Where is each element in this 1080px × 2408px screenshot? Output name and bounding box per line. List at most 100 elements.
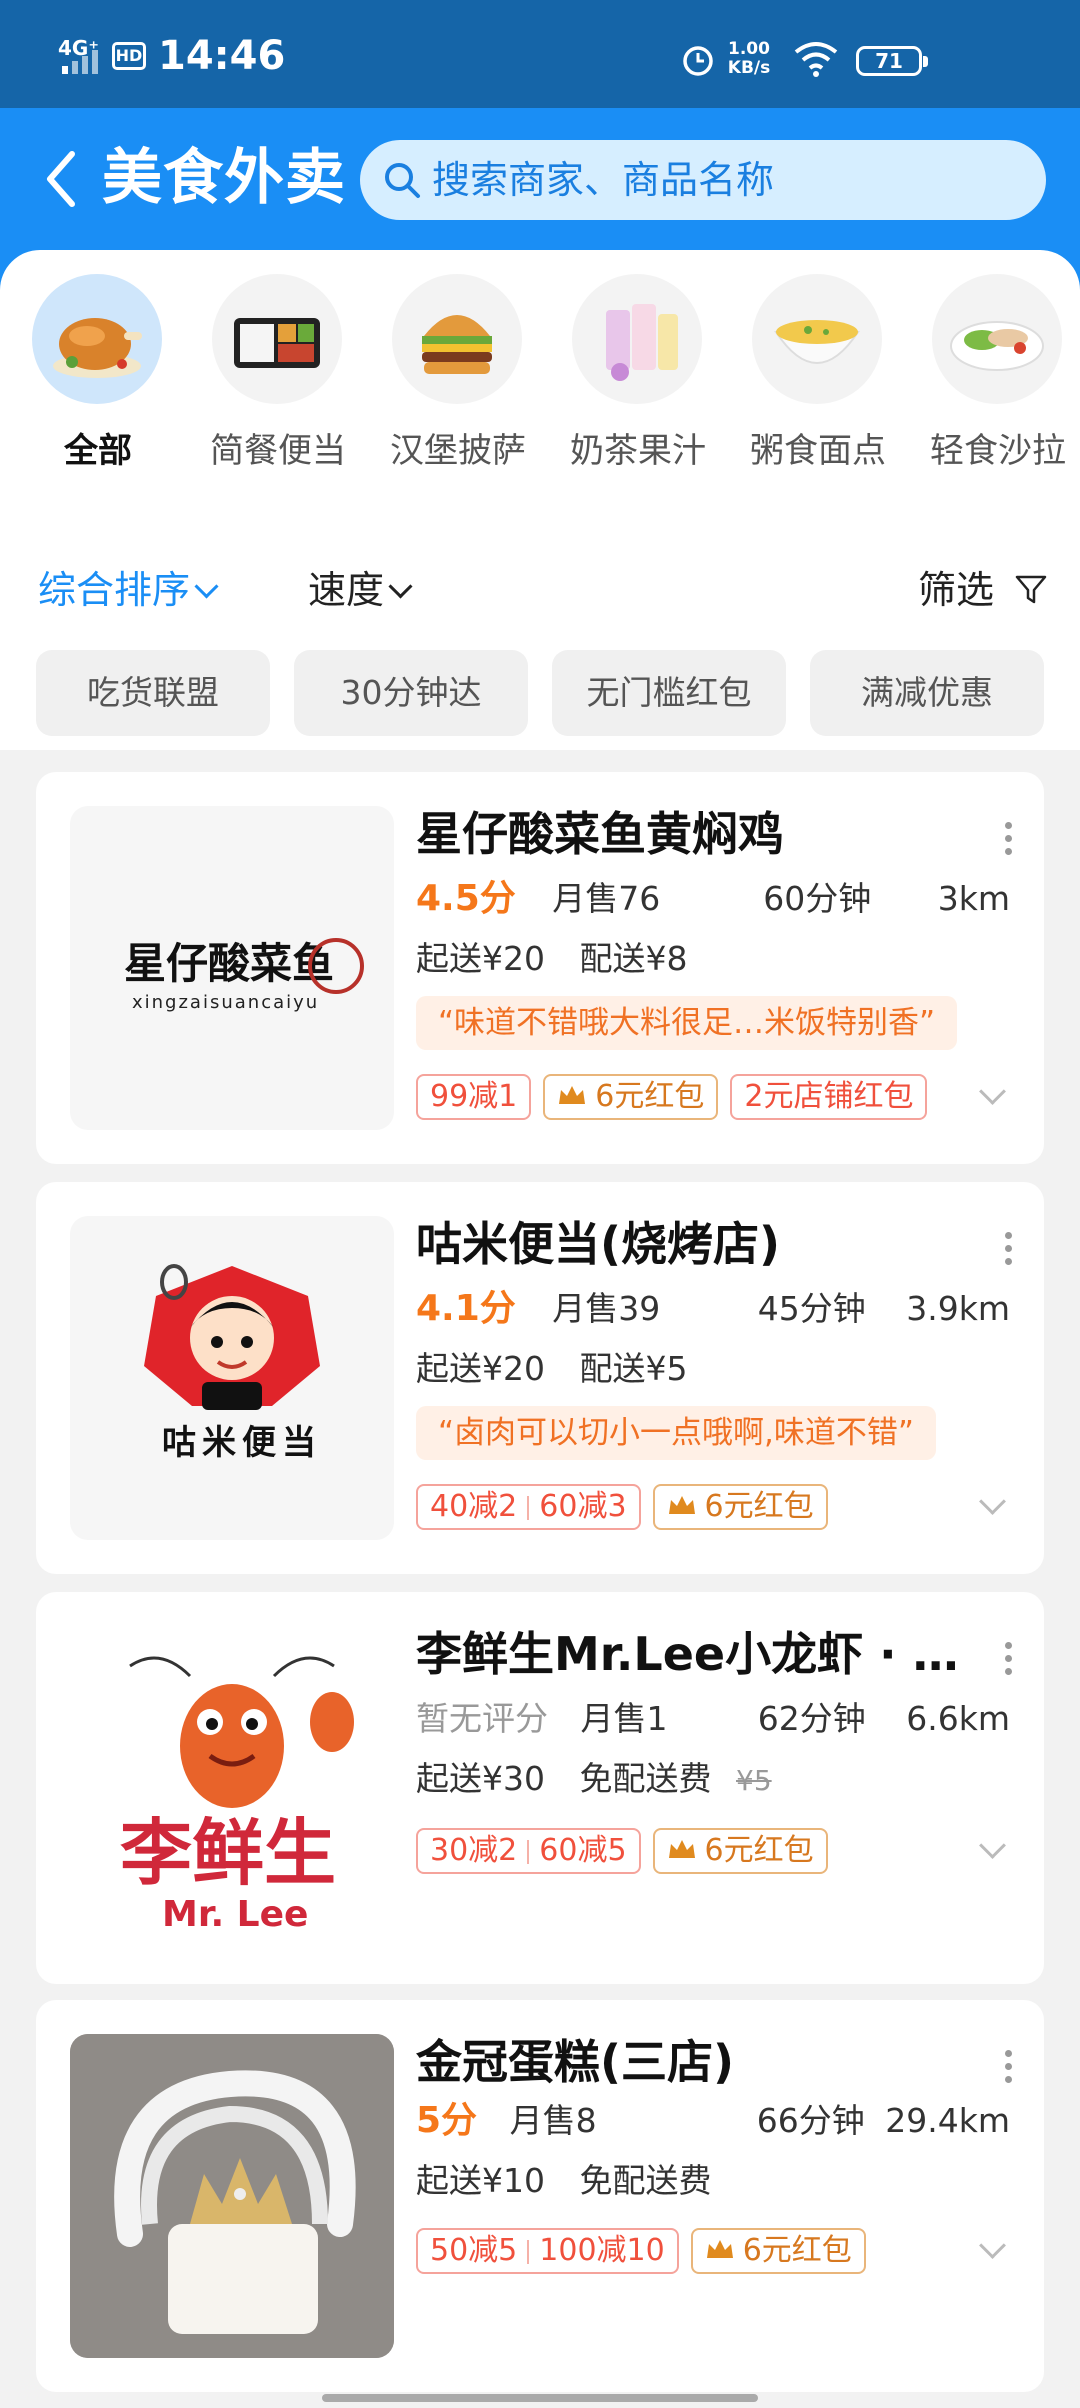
- wifi-icon: [794, 42, 838, 77]
- more-options-icon[interactable]: [1002, 1232, 1014, 1272]
- store-card[interactable]: 金冠蛋糕(三店) 5分 月售8 66分钟 29.4km 起送¥10 免配送费 5…: [36, 2000, 1044, 2392]
- crown-icon: [668, 1839, 695, 1858]
- delivery-fee: 配送¥5: [579, 1349, 688, 1388]
- filter-button[interactable]: 筛选: [918, 564, 1048, 616]
- bento-box-icon: [212, 274, 342, 404]
- back-arrow-icon[interactable]: [40, 144, 80, 214]
- cake-photo: [70, 2034, 394, 2358]
- delivery-fee: 配送¥8: [579, 939, 688, 978]
- promo-tags: 50减5 100减10 6元红包: [416, 2228, 878, 2274]
- crown-icon: [668, 1495, 695, 1514]
- min-order: 起送¥20: [416, 939, 545, 978]
- alarm-icon: [683, 46, 713, 76]
- chip-discount[interactable]: 满减优惠: [810, 650, 1044, 736]
- sort-speed-dropdown[interactable]: 速度: [308, 564, 413, 616]
- battery-icon: 71: [856, 46, 928, 76]
- category-label: 奶茶果汁: [570, 431, 706, 471]
- logo-subtext: xingzaisuancaiyu: [132, 992, 319, 1013]
- discount-tag: 50减5 100减10: [416, 2228, 679, 2274]
- distance: 6.6km: [906, 1699, 1010, 1738]
- monthly-sales: 月售8: [509, 2101, 597, 2140]
- network-speed: 1.00 KB/s: [727, 39, 771, 78]
- chevron-down-icon[interactable]: [979, 2232, 1006, 2259]
- hd-badge: HD: [112, 42, 146, 70]
- logo-text: 星仔酸菜鱼: [124, 939, 334, 988]
- more-options-icon[interactable]: [1002, 2050, 1014, 2090]
- store-score: 5分: [416, 2100, 478, 2141]
- promo-tags: 40减2 60减3 6元红包: [416, 1484, 840, 1530]
- category-milk-tea[interactable]: 奶茶果汁: [540, 274, 720, 474]
- red-packet-tag: 6元红包: [652, 1484, 828, 1530]
- category-burger[interactable]: 汉堡披萨: [360, 274, 540, 474]
- chip-no-threshold-red-packet[interactable]: 无门槛红包: [552, 650, 786, 736]
- store-card[interactable]: 咕米便当 咕米便当(烧烤店) 4.1分 月售39 45分钟 3.9km 起送¥2…: [36, 1182, 1044, 1574]
- store-logo: 李鲜生 Mr. Lee: [70, 1626, 394, 1950]
- chevron-down-icon[interactable]: [979, 1488, 1006, 1515]
- delivery-time: 60分钟: [763, 879, 872, 918]
- review-snippet: “味道不错哦大料很足…米饭特别香”: [416, 996, 958, 1050]
- crown-icon: [559, 1085, 586, 1104]
- shop-red-packet-tag: 2元店铺红包: [730, 1074, 928, 1120]
- delivery-time: 45分钟: [757, 1289, 866, 1328]
- category-bento[interactable]: 简餐便当: [180, 274, 360, 474]
- chevron-down-icon: [388, 574, 413, 599]
- category-porridge[interactable]: 粥食面点: [720, 274, 900, 474]
- logo-text: 李鲜生: [120, 1811, 336, 1895]
- store-logo: 星仔酸菜鱼 xingzaisuancaiyu: [70, 806, 394, 1130]
- chip-30min[interactable]: 30分钟达: [294, 650, 528, 736]
- home-indicator[interactable]: [322, 2394, 758, 2402]
- category-label: 轻食沙拉: [930, 431, 1066, 471]
- store-score: 4.1分: [416, 1288, 516, 1329]
- category-label: 粥食面点: [750, 431, 886, 471]
- store-name: 星仔酸菜鱼黄焖鸡: [416, 807, 784, 861]
- clock: 14:46: [158, 33, 286, 79]
- original-delivery-fee: ¥5: [736, 1764, 772, 1797]
- discount-tag: 40减2 60减3: [416, 1484, 641, 1530]
- distance: 3km: [937, 879, 1010, 918]
- burger-icon: [392, 274, 522, 404]
- delivery-time: 66分钟: [756, 2101, 865, 2140]
- distance: 29.4km: [885, 2101, 1010, 2140]
- store-score: 暂无评分: [416, 1699, 548, 1738]
- quick-filter-chips: 吃货联盟 30分钟达 无门槛红包 满减优惠: [0, 650, 1080, 740]
- category-salad[interactable]: 轻食沙拉: [900, 274, 1080, 474]
- red-packet-tag: 6元红包: [690, 2228, 866, 2274]
- min-order: 起送¥10: [416, 2161, 545, 2200]
- min-order: 起送¥20: [416, 1349, 545, 1388]
- store-name: 李鲜生Mr.Lee小龙虾 · …: [416, 1627, 959, 1681]
- delivery-time: 62分钟: [757, 1699, 866, 1738]
- store-name: 咕米便当(烧烤店): [416, 1217, 781, 1271]
- category-label: 汉堡披萨: [390, 431, 526, 471]
- sort-bar: 综合排序 速度 筛选: [0, 550, 1080, 630]
- status-bar: 4G⁺ HD 14:46 1.00 KB/s 71: [0, 0, 1080, 108]
- monthly-sales: 月售39: [552, 1289, 661, 1328]
- store-card[interactable]: 李鲜生 Mr. Lee 李鲜生Mr.Lee小龙虾 · … 暂无评分 月售1 62…: [36, 1592, 1044, 1984]
- chip-foodie-alliance[interactable]: 吃货联盟: [36, 650, 270, 736]
- category-list: 全部 简餐便当 汉堡披萨 奶茶果汁 粥食面点 轻食沙拉: [0, 274, 1080, 474]
- sort-general-dropdown[interactable]: 综合排序: [38, 564, 219, 616]
- more-options-icon[interactable]: [1002, 822, 1014, 862]
- search-icon: [385, 163, 420, 198]
- chevron-down-icon[interactable]: [979, 1078, 1006, 1105]
- logo-text: 咕米便当: [162, 1423, 322, 1463]
- page-title: 美食外卖: [102, 143, 346, 213]
- signal-icon: [62, 50, 98, 74]
- chevron-down-icon[interactable]: [979, 1832, 1006, 1859]
- delivery-fee: 免配送费: [579, 1759, 712, 1798]
- category-label: 全部: [64, 431, 132, 471]
- filter-icon: [1015, 575, 1047, 603]
- store-name: 金冠蛋糕(三店): [416, 2035, 735, 2089]
- category-label: 简餐便当: [210, 431, 346, 471]
- more-options-icon[interactable]: [1002, 1642, 1014, 1682]
- category-all[interactable]: 全部: [0, 274, 180, 474]
- distance: 3.9km: [906, 1289, 1010, 1328]
- search-bar[interactable]: 搜索商家、商品名称: [360, 140, 1046, 220]
- chevron-down-icon: [194, 574, 219, 599]
- red-packet-tag: 6元红包: [652, 1828, 828, 1874]
- monthly-sales: 月售76: [552, 879, 661, 918]
- search-placeholder: 搜索商家、商品名称: [432, 158, 775, 202]
- discount-tag: 30减2 60减5: [416, 1828, 641, 1874]
- store-card[interactable]: 星仔酸菜鱼 xingzaisuancaiyu 星仔酸菜鱼黄焖鸡 4.5分 月售7…: [36, 772, 1044, 1164]
- store-logo: 咕米便当: [70, 1216, 394, 1540]
- store-score: 4.5分: [416, 878, 516, 919]
